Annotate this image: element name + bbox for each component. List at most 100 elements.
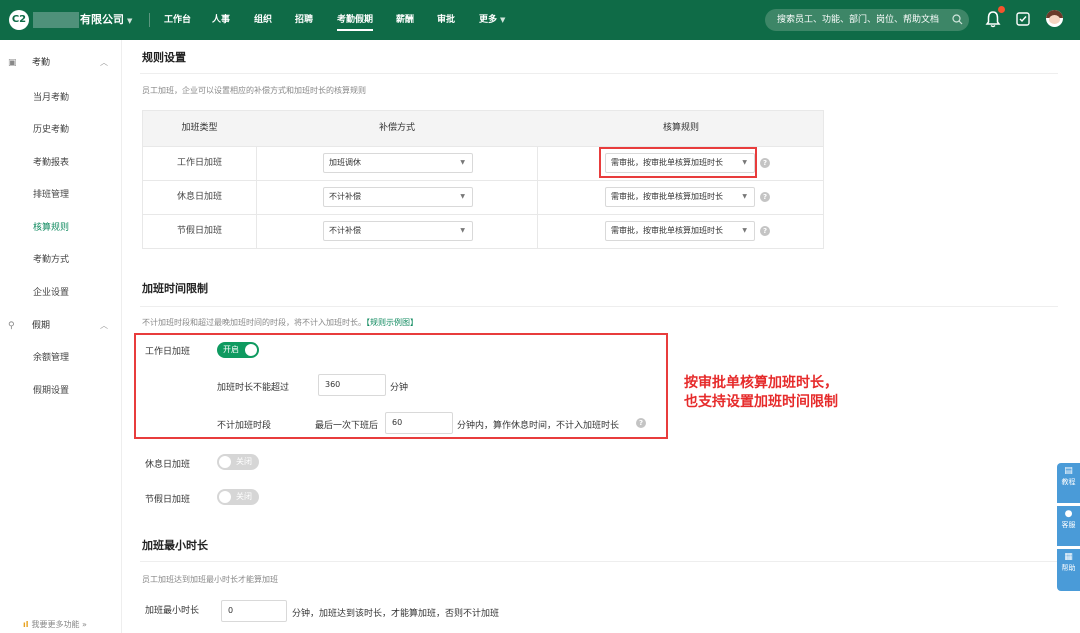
rule-value: 需审批，按审批单核算加班时长 [611,226,723,235]
sidebar-item-balance[interactable]: 余额管理 [33,350,69,366]
rule-select[interactable]: 需审批，按审批单核算加班时长 ▼ [605,221,755,241]
double-chevron-icon: » [82,620,87,629]
sidebar-item-report[interactable]: 考勤报表 [33,155,69,171]
section-divider [140,561,1058,562]
leave-icon: ⚲ [8,321,15,331]
search-icon [952,14,963,25]
more-features-label: 我要更多功能 [31,620,80,629]
chevron-down-icon: ▼ [127,17,133,25]
sidebar-item-schedule[interactable]: 排班管理 [33,187,69,203]
chevron-down-icon: ▼ [500,16,506,24]
nav-recruit[interactable]: 招聘 [295,12,313,28]
row-type: 休息日加班 [176,192,222,202]
table-header: 加班类型 补偿方式 核算规则 [143,111,823,146]
sidebar-item-rules[interactable]: 核算规则 [33,220,69,236]
rules-table: 加班类型 补偿方式 核算规则 工作日加班 加班调休 ▼ 需审批，按审批单核算加班时… [142,110,824,249]
sidebar-item-leave-settings[interactable]: 假期设置 [33,383,69,399]
restday-label: 休息日加班 [145,460,191,470]
annotation-line2: 也支持设置加班时间限制 [684,394,838,410]
holiday-label: 节假日加班 [145,495,191,505]
holiday-toggle[interactable]: 关闭 [217,489,259,505]
restday-toggle[interactable]: 关闭 [217,454,259,470]
sidebar-item-history[interactable]: 历史考勤 [33,122,69,138]
nav-workbench[interactable]: 工作台 [164,12,191,28]
header-type: 加班类型 [181,123,218,133]
highlight-box [134,333,668,439]
comp-value: 不计补偿 [329,192,361,201]
chevron-down-icon: ▼ [742,227,747,234]
toggle-knob [219,456,231,468]
tutorial-tab[interactable]: ▤ 教程 [1057,463,1080,503]
main-content: 规则设置 员工加班，企业可以设置相应的补偿方式和加班时长的核算规则 加班类型 补… [122,40,1080,633]
search-input[interactable]: 搜索员工、功能、部门、岗位、帮助文档 [765,9,969,31]
sidebar-group-label: 考勤 [32,58,51,68]
chevron-down-icon: ▼ [460,159,465,166]
sidebar: ▣ 考勤 ︿ 当月考勤 历史考勤 考勤报表 排班管理 核算规则 考勤方式 企业设… [0,40,122,633]
highlight-box [599,147,757,178]
rules-desc: 员工加班，企业可以设置相应的补偿方式和加班时长的核算规则 [142,86,366,95]
book-icon: ▤ [1064,466,1073,476]
doc-icon: ▦ [1064,552,1073,562]
nav-divider [149,13,150,27]
comp-value: 加班调休 [329,158,361,167]
sidebar-item-settings[interactable]: 企业设置 [33,285,69,301]
sidebar-group-attendance[interactable]: ▣ 考勤 ︿ [0,51,122,75]
chevron-up-icon: ︿ [100,58,108,67]
header-comp: 补偿方式 [378,123,415,133]
comp-select[interactable]: 不计补偿 ▼ [323,221,473,241]
nav-more[interactable]: 更多 ▼ [479,12,505,28]
rule-value: 需审批，按审批单核算加班时长 [611,192,723,201]
search-placeholder: 搜索员工、功能、部门、岗位、帮助文档 [777,15,940,25]
table-row: 节假日加班 不计补偿 ▼ 需审批，按审批单核算加班时长 ▼ ? [143,214,823,248]
company-switcher[interactable]: 有限公司 ▼ [80,12,132,29]
annotation-line1: 按审批单核算加班时长， [684,375,838,391]
rule-select[interactable]: 需审批，按审批单核算加班时长 ▼ [605,187,755,207]
bell-icon[interactable] [985,10,1001,28]
rules-title: 规则设置 [142,51,186,64]
row-type: 节假日加班 [176,226,222,236]
nav-org[interactable]: 组织 [254,12,272,28]
more-features-link[interactable]: ıl 我要更多功能 » [23,619,87,630]
chat-icon: ● [1064,509,1073,519]
sidebar-item-month[interactable]: 当月考勤 [33,90,69,106]
limit-desc: 不计加班时段和超过最晚加班时间的时段，将不计入加班时长。【规则示例图】 [142,317,418,328]
company-logo: C2 [9,10,29,30]
help-tab[interactable]: ▦ 帮助 [1057,549,1080,591]
toggle-knob [219,491,231,503]
task-check-icon[interactable] [1016,12,1030,26]
nav-salary[interactable]: 薪酬 [396,12,414,28]
service-tab[interactable]: ● 客服 [1057,506,1080,546]
nav-approval[interactable]: 审批 [437,12,455,28]
header-rule: 核算规则 [662,123,699,133]
help-icon[interactable]: ? [760,192,770,202]
table-row: 休息日加班 不计补偿 ▼ 需审批，按审批单核算加班时长 ▼ ? [143,180,823,214]
min-label: 加班最小时长 [145,606,200,616]
comp-select[interactable]: 加班调休 ▼ [323,153,473,173]
avatar[interactable] [1046,10,1063,27]
comp-select[interactable]: 不计补偿 ▼ [323,187,473,207]
comp-value: 不计补偿 [329,226,361,235]
help-icon[interactable]: ? [760,226,770,236]
section-divider [140,306,1058,307]
tutorial-tab-label: 教程 [1061,478,1076,486]
min-duration-input[interactable]: 0 [221,600,287,622]
chevron-down-icon: ▼ [460,227,465,234]
chevron-up-icon: ︿ [100,321,108,330]
rule-example-link[interactable]: 【规则示例图】 [366,318,418,327]
top-nav-bar: C2 有限公司 ▼ 工作台 人事 组织 招聘 考勤假期 薪酬 审批 更多 ▼ 搜索员… [0,0,1080,40]
help-tab-label: 帮助 [1061,564,1076,572]
help-icon[interactable]: ? [760,158,770,168]
sidebar-group-leave[interactable]: ⚲ 假期 ︿ [0,314,122,338]
service-tab-label: 客服 [1061,521,1076,529]
nav-attendance[interactable]: 考勤假期 [337,12,374,31]
row-type: 工作日加班 [176,158,222,168]
nav-hr[interactable]: 人事 [212,12,230,28]
bars-icon: ıl [23,620,29,629]
sidebar-item-method[interactable]: 考勤方式 [33,252,69,268]
limit-title: 加班时间限制 [142,282,208,295]
notification-dot [998,6,1005,13]
section-divider [140,73,1058,74]
chevron-down-icon: ▼ [742,193,747,200]
min-desc: 员工加班达到加班最小时长才能算加班 [142,575,278,584]
toggle-text: 关闭 [236,457,252,466]
